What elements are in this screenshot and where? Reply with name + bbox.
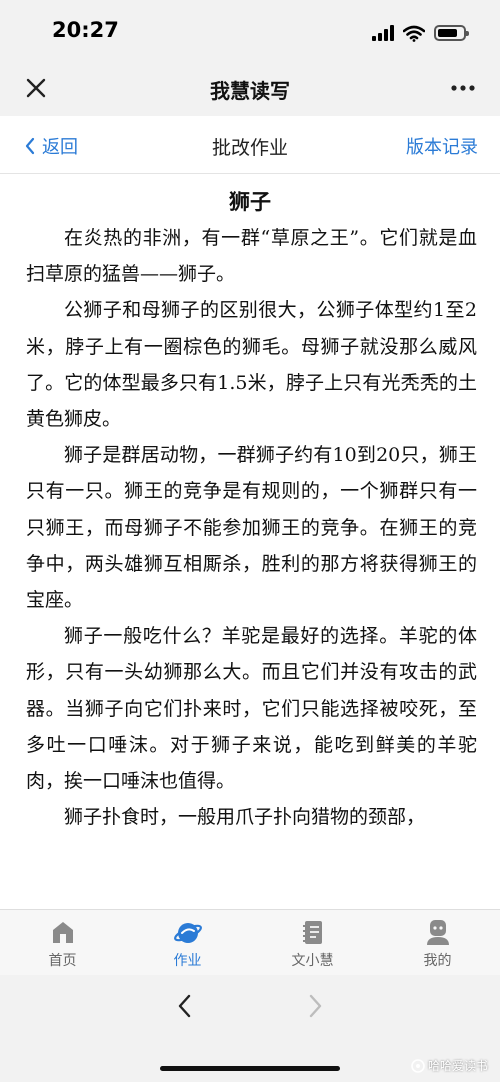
essay-paragraph: 狮子一般吃什么？羊驼是最好的选择。羊驼的体形，只有一头幼狮那么大。而且它们并没有… [26, 625, 477, 793]
status-bar: 20:27 [0, 0, 500, 60]
home-icon [52, 922, 73, 943]
tab-label: 作业 [173, 953, 202, 969]
homework-icon [173, 923, 202, 943]
tab-homework[interactable]: 作业 [125, 910, 250, 975]
watermark-text: 哈哈爱读书 [427, 1059, 488, 1073]
tab-label: 文小慧 [291, 953, 334, 969]
back-label: 返回 [42, 137, 78, 158]
back-button[interactable]: 返回 [24, 133, 78, 159]
essay-paragraph: 公狮子和母狮子的区别很大，公狮子体型约1至2米，脖子上有一圈棕色的狮毛。母狮子就… [26, 299, 477, 431]
more-options-icon[interactable] [448, 74, 478, 102]
essay-paragraph: 在炎热的非洲，有一群“草原之王”。它们就是血扫草原的猛兽——狮子。 [26, 227, 477, 286]
essay-paragraph: 狮子扑食时，一般用爪子扑向猎物的颈部， [64, 806, 426, 829]
essay-title: 狮子 [229, 190, 271, 214]
wifi-icon [403, 25, 425, 42]
profile-icon [426, 920, 449, 945]
sub-nav-bar: 返回 批改作业 版本记录 [0, 116, 500, 174]
tab-profile[interactable]: 我的 [375, 910, 500, 975]
essay-body: 在炎热的非洲，有一群“草原之王”。它们就是血扫草原的猛兽——狮子。 公狮子和母狮… [0, 220, 500, 835]
bottom-tab-bar: 首页 作业 文小慧 我的 [0, 909, 500, 975]
essay-content: 狮子 在炎热的非洲，有一群“草原之王”。它们就是血扫草原的猛兽——狮子。 公狮子… [0, 175, 500, 909]
tab-home[interactable]: 首页 [0, 910, 125, 975]
home-indicator [160, 1066, 340, 1071]
battery-icon [434, 25, 469, 41]
tab-wenxiaohui[interactable]: 文小慧 [250, 910, 375, 975]
status-time: 20:27 [52, 18, 119, 42]
chevron-left-icon [25, 137, 35, 155]
browser-back-icon[interactable] [172, 992, 198, 1020]
app-title: 我慧读写 [210, 79, 290, 103]
version-history-link[interactable]: 版本记录 [406, 133, 478, 159]
status-icons [372, 22, 469, 44]
tab-label: 首页 [48, 953, 77, 969]
browser-toolbar: 哈哈爱读书 [0, 975, 500, 1082]
essay-paragraph: 狮子是群居动物，一群狮子约有10到20只，狮王只有一只。狮王的竞争是有规则的，一… [26, 444, 477, 612]
tab-label: 我的 [423, 953, 452, 969]
browser-forward-icon[interactable] [302, 992, 328, 1020]
watermark-logo-icon [411, 1058, 425, 1073]
app-bar: 我慧读写 [0, 60, 500, 116]
watermark: 哈哈爱读书 [411, 1057, 488, 1074]
cellular-signal-icon [372, 25, 394, 41]
notebook-icon [302, 921, 322, 944]
